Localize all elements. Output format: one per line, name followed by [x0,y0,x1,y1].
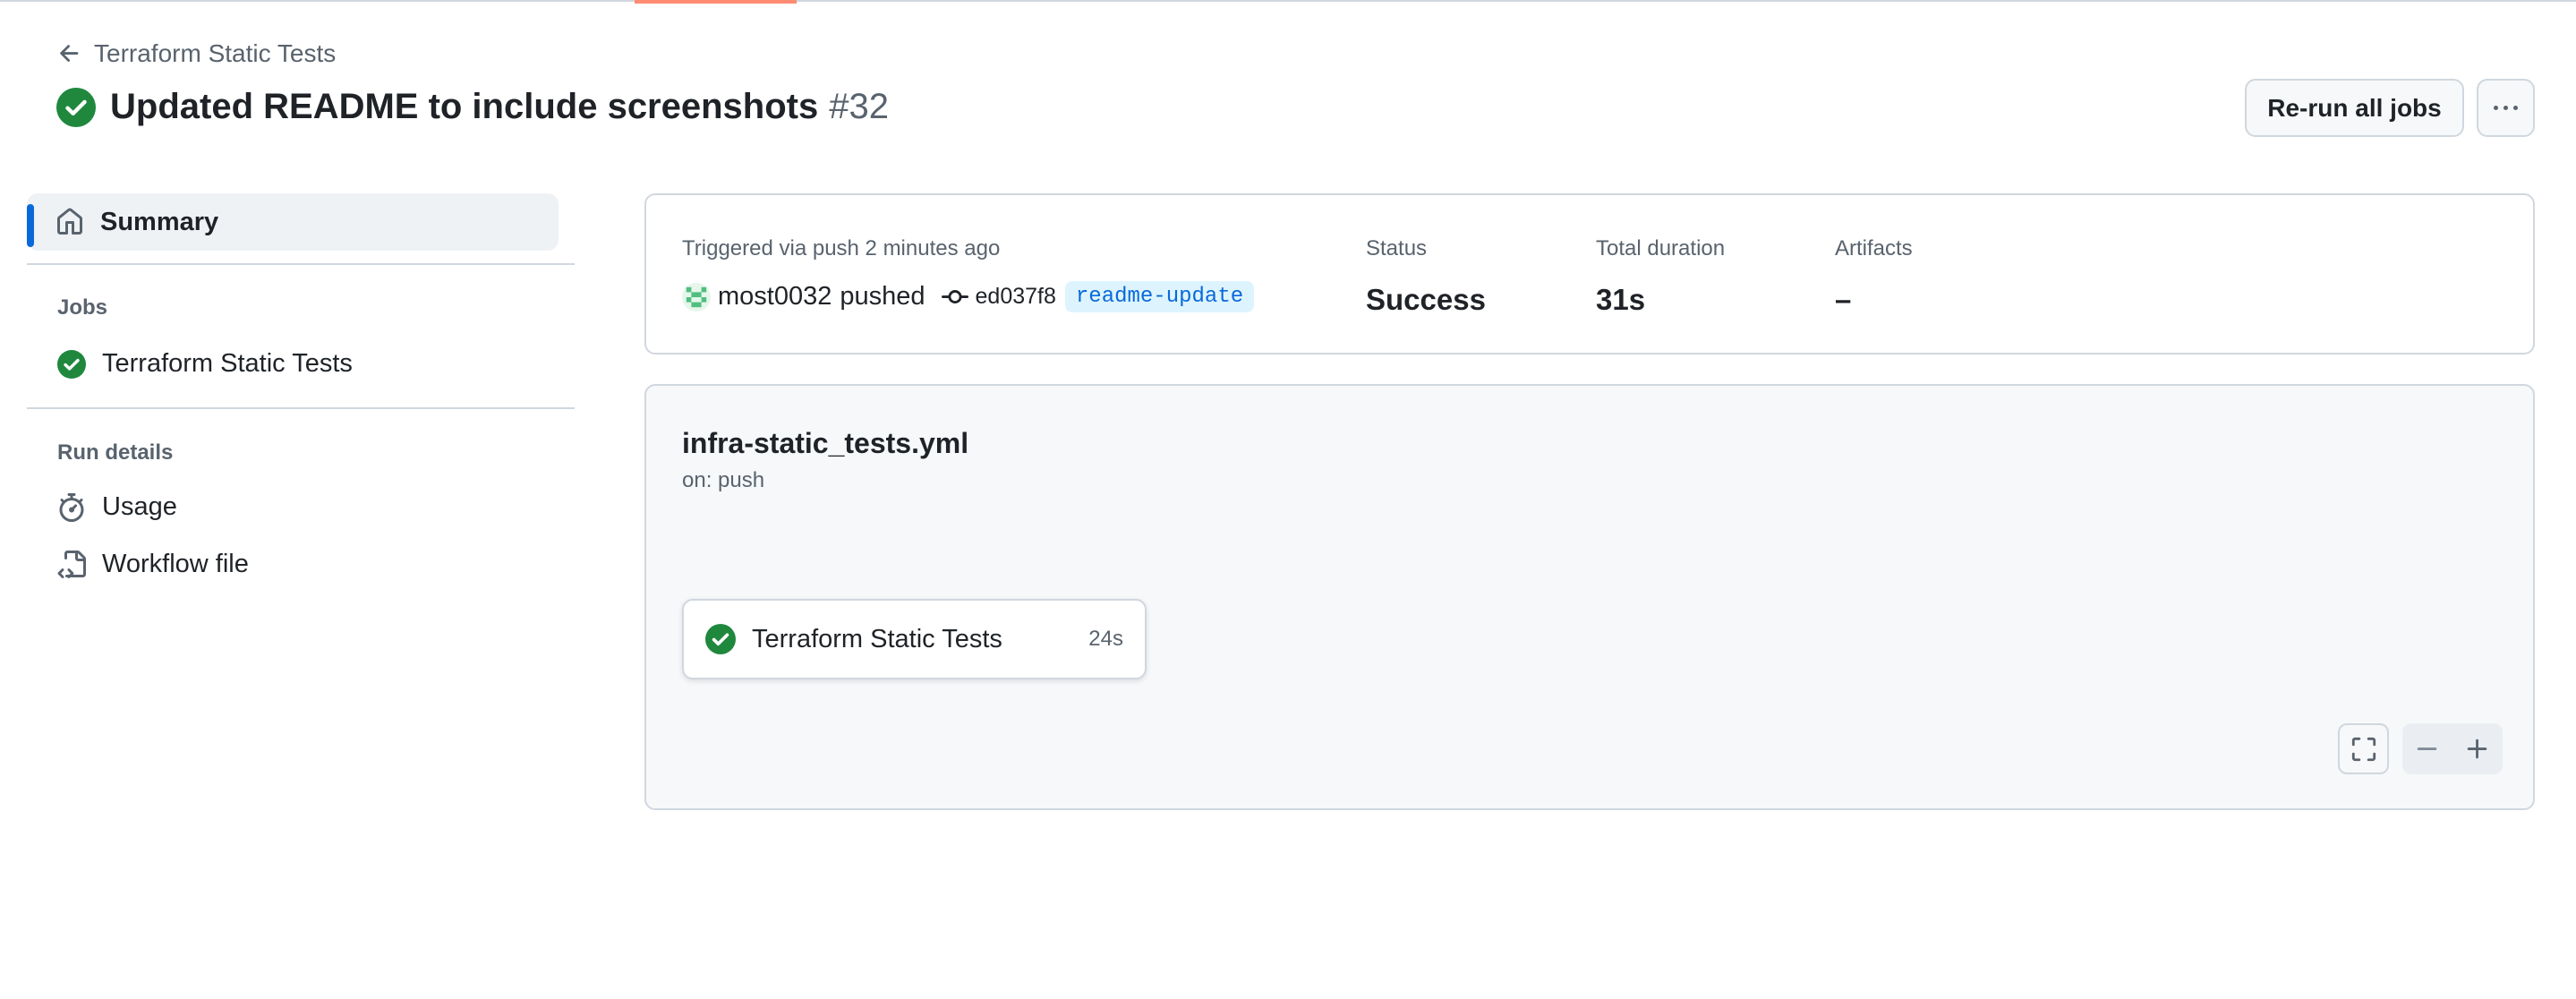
kebab-horizontal-icon [2494,106,2518,110]
status-value: Success [1366,283,1486,316]
screen-full-icon [2351,737,2376,761]
sidebar-divider [27,263,575,265]
sidebar-item-label: Workflow file [102,550,249,578]
rerun-all-jobs-button[interactable]: Re-run all jobs [2245,79,2464,137]
job-duration: 24s [1088,627,1123,651]
sidebar-item-label: Terraform Static Tests [102,349,353,378]
jobs-heading: Jobs [57,295,108,320]
status-section: Status Success [1366,236,1486,317]
top-border [0,0,2576,2]
run-details-heading: Run details [57,440,174,465]
home-icon [57,208,82,235]
back-link-label: Terraform Static Tests [94,39,337,67]
sidebar-item-job[interactable]: Terraform Static Tests [57,349,353,379]
artifacts-label: Artifacts [1835,236,1913,260]
avatar[interactable] [682,282,711,312]
zoom-out-button[interactable] [2414,736,2441,763]
sidebar-item-usage[interactable]: Usage [57,492,177,522]
status-label: Status [1366,236,1428,260]
workflow-graph-card: infra-static_tests.yml on: push Terrafor… [644,384,2535,810]
duration-label: Total duration [1596,236,1726,260]
fit-to-screen-button[interactable] [2338,723,2389,774]
active-tab-underline [635,0,797,4]
triggered-text: Triggered via push 2 minutes ago [682,236,1001,260]
identicon-icon [686,286,707,307]
job-node[interactable]: Terraform Static Tests 24s [682,599,1147,679]
push-action-text: pushed [840,282,925,311]
git-commit-icon [941,289,968,303]
sidebar-item-label: Usage [102,492,177,521]
sidebar-item-summary[interactable]: Summary [27,193,559,251]
branch-label[interactable]: readme-update [1064,281,1255,312]
run-title-row: Updated README to include screenshots #3… [56,87,889,127]
stopwatch-icon [59,492,84,522]
run-summary-card: Triggered via push 2 minutes ago most003… [644,193,2535,354]
commit-sha-link[interactable]: ed037f8 [976,284,1056,310]
duration-value: 31s [1596,283,1646,316]
artifacts-value: – [1835,283,1852,316]
zoom-in-button[interactable] [2464,736,2491,763]
check-circle-icon [57,349,86,379]
page-title: Updated README to include screenshots [110,87,819,126]
artifacts-section: Artifacts – [1835,236,1913,317]
sidebar-item-workflow-file[interactable]: Workflow file [57,550,249,579]
check-circle-icon [705,624,736,654]
back-to-workflow-link[interactable]: Terraform Static Tests [56,39,336,68]
workflow-file-name: infra-static_tests.yml [682,427,969,459]
sidebar-item-label: Summary [100,207,219,236]
sidebar-divider [27,407,575,409]
duration-section: Total duration 31s [1596,236,1725,317]
arrow-left-icon [60,45,79,62]
actor-link[interactable]: most0032 [718,282,832,312]
run-number: #32 [829,87,889,126]
more-options-button[interactable] [2477,79,2535,137]
active-indicator [27,204,34,247]
trigger-details: most0032 pushed ed037f8 readme-update [682,281,1255,312]
workflow-trigger: on: push [682,468,765,492]
job-name: Terraform Static Tests [752,624,1002,653]
check-circle-icon [56,87,96,127]
zoom-controls [2402,723,2503,774]
file-code-icon [57,550,86,578]
